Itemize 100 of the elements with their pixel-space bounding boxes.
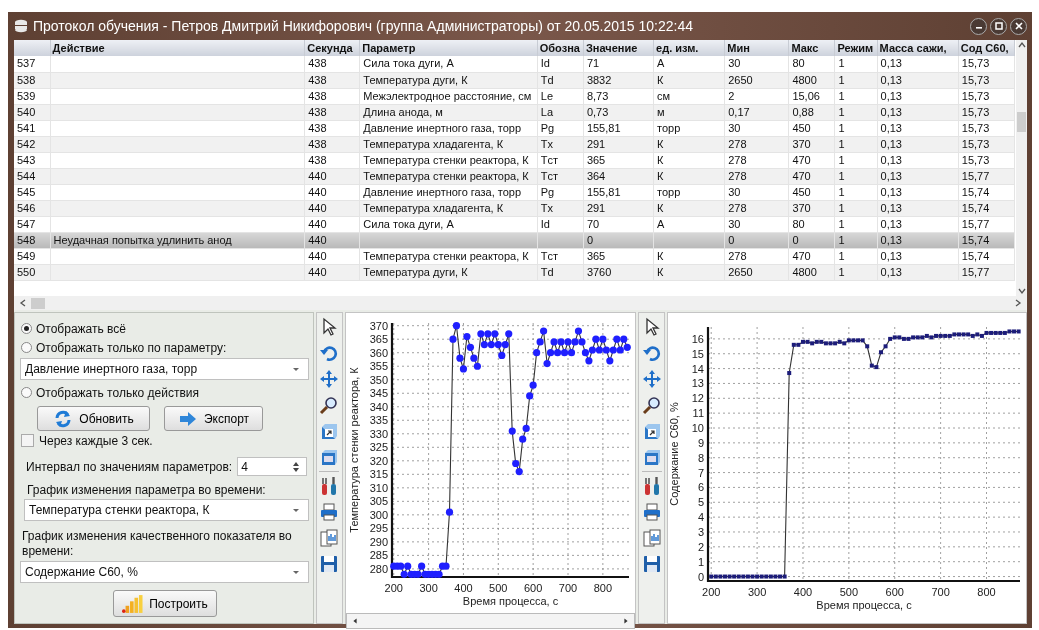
table-cell: La xyxy=(537,104,584,120)
table-cell: 0 xyxy=(788,232,835,248)
table-cell: 15,77 xyxy=(958,216,1015,232)
tick-label: 285 xyxy=(369,549,388,562)
table-cell: торр xyxy=(653,184,725,200)
column-header[interactable]: Секунда xyxy=(304,40,360,56)
table-cell: 30 xyxy=(724,56,789,72)
tick-label: 800 xyxy=(977,586,996,598)
table-cell: 155,81 xyxy=(583,120,654,136)
table-cell: Температура стенки реактора, К xyxy=(359,248,538,264)
parameter-dropdown[interactable]: Давление инертного газа, торр xyxy=(20,358,309,380)
column-header[interactable]: ед. изм. xyxy=(653,40,725,56)
table-cell: 70 xyxy=(583,216,654,232)
tick-label: 340 xyxy=(369,400,388,413)
table-cell: 0 xyxy=(583,232,654,248)
column-header[interactable]: Макс xyxy=(788,40,835,56)
table-cell: 4800 xyxy=(788,264,835,280)
column-header[interactable]: Режим xyxy=(835,40,878,56)
tick-label: 335 xyxy=(369,414,388,427)
table-cell: Tст xyxy=(537,152,584,168)
tick-label: 400 xyxy=(793,586,813,598)
refresh-button[interactable]: Обновить xyxy=(37,406,150,431)
table-cell: 549 xyxy=(14,248,51,264)
table-cell: Le xyxy=(537,88,584,104)
column-header[interactable]: Параметр xyxy=(359,40,538,56)
table-cell: 544 xyxy=(14,168,51,184)
table-cell: 537 xyxy=(14,56,51,72)
table-cell: 440 xyxy=(304,232,360,248)
table-cell: Pg xyxy=(537,120,584,136)
tick-label: 300 xyxy=(369,508,388,521)
table-cell: К xyxy=(653,72,725,88)
table-cell: 364 xyxy=(583,168,654,184)
table-row[interactable]: 537 438 Сила тока дуги, А Id 71 А 30 80 1 0,13 15,73 xyxy=(14,56,1015,72)
column-header[interactable]: Значение xyxy=(583,40,654,56)
radio-option[interactable]: Отображать только действия xyxy=(21,383,309,402)
table-cell: 548 xyxy=(14,232,51,248)
table-cell: 15,73 xyxy=(958,152,1015,168)
table-cell: 1 xyxy=(835,216,878,232)
tick-label: 360 xyxy=(369,346,388,359)
table-cell: Td xyxy=(537,72,584,88)
table-cell: Температура хладагента, К xyxy=(359,136,538,152)
table-cell: Id xyxy=(537,56,584,72)
table-cell: 440 xyxy=(304,216,360,232)
tick-label: 365 xyxy=(369,333,388,346)
table-cell: торр xyxy=(653,120,725,136)
table-cell: 540 xyxy=(14,104,51,120)
tick-label: 355 xyxy=(369,360,388,373)
table-cell: 15,74 xyxy=(958,184,1015,200)
table-cell: 438 xyxy=(304,120,360,136)
column-header[interactable]: Сод С60, xyxy=(958,40,1015,56)
interval-spinner[interactable]: 4 xyxy=(237,457,308,476)
tick-label: 500 xyxy=(488,582,507,594)
tick-label: 290 xyxy=(369,535,388,548)
table-cell: 450 xyxy=(788,120,835,136)
axis-title: Время процесса, с xyxy=(462,595,558,607)
table-cell: 1 xyxy=(835,184,878,200)
build-button[interactable]: Построить xyxy=(112,590,217,617)
column-header[interactable]: Мин xyxy=(724,40,789,56)
table-cell: 1 xyxy=(835,200,878,216)
table-cell: 1 xyxy=(835,56,878,72)
table-cell: 3832 xyxy=(583,72,654,88)
parameter-chart-dropdown[interactable]: Температура стенки реактора, К xyxy=(24,499,309,521)
table-cell: 0,73 xyxy=(583,104,654,120)
radio-option[interactable]: Отображать только по параметру: xyxy=(21,338,309,357)
table-cell: 0,13 xyxy=(877,56,959,72)
tick-label: 300 xyxy=(418,582,438,594)
tick-label: 325 xyxy=(369,441,388,454)
tick-label: 9 xyxy=(697,436,704,449)
auto-refresh-checkbox[interactable]: Через каждые 3 сек. xyxy=(21,432,309,449)
table-cell: Температура стенки реактора, К xyxy=(359,152,538,168)
tick-label: 320 xyxy=(369,454,388,467)
table-cell: 545 xyxy=(14,184,51,200)
table-cell: Tx xyxy=(537,136,584,152)
column-header[interactable]: Обозна xyxy=(537,40,584,56)
table-cell: Td xyxy=(537,264,584,280)
table-cell: 1 xyxy=(835,264,878,280)
table-cell: Температура стенки реактора, К xyxy=(359,168,538,184)
table-cell: 0,13 xyxy=(877,168,959,184)
tick-label: 10 xyxy=(691,422,704,434)
table-cell: 8,73 xyxy=(583,88,654,104)
table-cell: 440 xyxy=(304,248,360,264)
field-label: График изменения качественного показателя во времени: xyxy=(22,529,293,559)
table-cell: К xyxy=(653,136,725,152)
table-cell: 470 xyxy=(788,152,835,168)
table-cell: 3760 xyxy=(583,264,654,280)
table-cell: 80 xyxy=(788,56,835,72)
table-cell: Pg xyxy=(537,184,584,200)
quality-chart-dropdown[interactable]: Содержание С60, % xyxy=(20,561,309,583)
table-cell: 2 xyxy=(724,88,789,104)
radio-option[interactable]: Отображать всё xyxy=(21,319,309,338)
export-button[interactable]: Экспорт xyxy=(164,406,263,431)
column-header[interactable]: Масса сажи, xyxy=(877,40,959,56)
column-header[interactable]: Действие xyxy=(50,40,305,56)
table-cell: 541 xyxy=(14,120,51,136)
tick-label: 0 xyxy=(697,570,704,583)
axis-title: Содержание С60, % xyxy=(668,402,680,506)
tick-label: 700 xyxy=(558,582,577,594)
table-cell: 546 xyxy=(14,200,51,216)
table-cell: 2650 xyxy=(724,264,789,280)
tick-label: 15 xyxy=(691,347,704,360)
